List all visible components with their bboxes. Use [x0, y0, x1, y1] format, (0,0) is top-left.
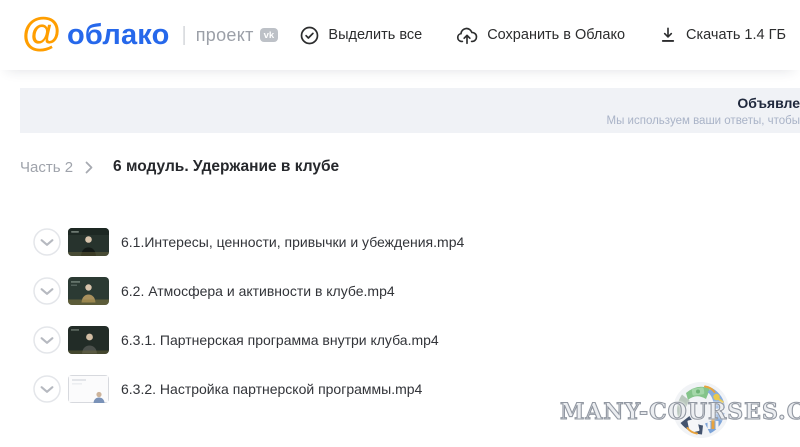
header: @ облако | проект vk Выделить все [0, 0, 800, 70]
announcement-subtitle: Мы используем ваши ответы, чтобы [607, 115, 800, 127]
logo-divider: | [182, 24, 187, 47]
video-thumbnail[interactable] [68, 326, 109, 354]
check-circle-icon [300, 26, 319, 45]
chevron-right-icon [85, 161, 93, 174]
file-name[interactable]: 6.3.1. Партнерская программа внутри клуб… [121, 332, 439, 348]
file-list: 6.1.Интересы, ценности, привычки и убежд… [33, 228, 464, 424]
video-thumbnail[interactable] [68, 277, 109, 305]
check-circle-icon[interactable] [33, 228, 61, 256]
download-label: Скачать 1.4 ГБ [686, 27, 786, 43]
logo-project-text: проект [196, 25, 254, 46]
logo-brand-text: облако [67, 19, 170, 52]
cloud-upload-icon [456, 25, 478, 45]
cloud-logo[interactable]: @ облако | проект vk [22, 18, 278, 52]
file-name[interactable]: 6.2. Атмосфера и активности в клубе.mp4 [121, 283, 395, 299]
watermark-text: MANY-COURSES.COM [560, 399, 800, 425]
video-thumbnail[interactable] [68, 228, 109, 256]
select-all-button[interactable]: Выделить все [300, 26, 422, 45]
check-circle-icon[interactable] [33, 375, 61, 403]
vk-logo-icon: vk [260, 28, 279, 42]
breadcrumb-parent-link[interactable]: Часть 2 [20, 159, 73, 176]
video-thumbnail[interactable] [68, 375, 109, 403]
announcement-title: Объявле [737, 95, 800, 111]
file-row[interactable]: 6.3.2. Настройка партнерской программы.m… [33, 375, 464, 403]
file-name[interactable]: 6.3.2. Настройка партнерской программы.m… [121, 381, 422, 397]
file-row[interactable]: 6.1.Интересы, ценности, привычки и убежд… [33, 228, 464, 256]
file-row[interactable]: 6.3.1. Партнерская программа внутри клуб… [33, 326, 464, 354]
check-circle-icon[interactable] [33, 326, 61, 354]
announcement-banner: Объявле Мы используем ваши ответы, чтобы [20, 88, 800, 133]
watermark: MANY-COURSES.COM [560, 378, 800, 447]
mailru-at-icon: @ [22, 12, 61, 52]
download-button[interactable]: Скачать 1.4 ГБ [659, 26, 786, 44]
save-to-cloud-label: Сохранить в Облако [487, 27, 625, 43]
many-courses-globe-logo-icon [672, 381, 730, 444]
download-icon [659, 26, 677, 44]
file-name[interactable]: 6.1.Интересы, ценности, привычки и убежд… [121, 234, 464, 250]
file-row[interactable]: 6.2. Атмосфера и активности в клубе.mp4 [33, 277, 464, 305]
save-to-cloud-button[interactable]: Сохранить в Облако [456, 25, 625, 45]
header-actions: Выделить все Сохранить в Облако [300, 25, 786, 45]
check-circle-icon[interactable] [33, 277, 61, 305]
select-all-label: Выделить все [328, 27, 422, 43]
cloud-public-folder-page: @ облако | проект vk Выделить все [0, 0, 800, 447]
page-title: 6 модуль. Удержание в клубе [113, 158, 339, 176]
breadcrumb: Часть 2 6 модуль. Удержание в клубе [20, 158, 339, 176]
